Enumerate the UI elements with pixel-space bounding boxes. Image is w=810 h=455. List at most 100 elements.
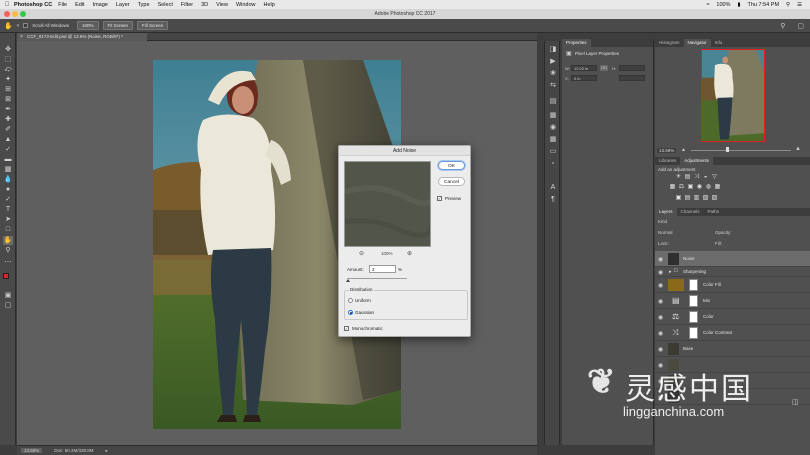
- selective-color-icon[interactable]: ▨: [711, 195, 718, 201]
- lasso-tool-icon[interactable]: ⤽: [3, 65, 13, 74]
- character-panel-icon[interactable]: A: [548, 183, 558, 192]
- tab-layers[interactable]: Layers: [655, 208, 677, 216]
- tab-properties[interactable]: Properties: [562, 39, 591, 47]
- dodge-tool-icon[interactable]: ●: [3, 185, 13, 194]
- gaussian-radio[interactable]: [348, 310, 353, 315]
- fit-screen-button[interactable]: Fit Screen: [102, 21, 134, 30]
- history-panel-icon[interactable]: ◨: [548, 45, 558, 54]
- battery-icon[interactable]: ▮: [738, 2, 741, 8]
- frame-tool-icon[interactable]: ⊠: [3, 95, 13, 104]
- navigator-zoom-out-icon[interactable]: ▲: [681, 147, 686, 153]
- tab-paths[interactable]: Paths: [704, 208, 724, 216]
- monochromatic-checkbox[interactable]: ✓: [344, 326, 349, 331]
- history-brush-tool-icon[interactable]: ✓: [3, 145, 13, 154]
- layer-row[interactable]: ◉ ⤨ Color Contrast: [655, 325, 810, 341]
- status-zoom-field[interactable]: 13.68%: [21, 448, 43, 453]
- gradient-tool-icon[interactable]: ▩: [3, 165, 13, 174]
- amount-input[interactable]: 2: [369, 265, 396, 273]
- gradient-map-icon[interactable]: ▧: [702, 195, 709, 201]
- layer-row[interactable]: ◉ Noise: [655, 251, 810, 267]
- navigator-thumbnail[interactable]: [701, 49, 765, 142]
- glyphs-panel-icon[interactable]: ▫: [548, 159, 558, 168]
- clock-label[interactable]: Thu 7:54 PM: [748, 2, 780, 8]
- status-chevron-icon[interactable]: ▸: [106, 448, 108, 454]
- y-field[interactable]: [619, 75, 645, 81]
- visibility-eye-icon[interactable]: ◉: [658, 314, 663, 321]
- menu-select[interactable]: Select: [158, 2, 173, 8]
- foreground-color-swatch[interactable]: [3, 273, 9, 279]
- layer-row[interactable]: ◉ ⚖ Color: [655, 309, 810, 325]
- swatches-panel-icon[interactable]: ▦: [548, 111, 558, 120]
- tab-adjustments[interactable]: Adjustments: [680, 157, 714, 165]
- navigator-zoom-slider[interactable]: [691, 150, 791, 151]
- brush-settings-icon[interactable]: ❀: [548, 69, 558, 78]
- hue-saturation-icon[interactable]: ▦: [669, 184, 676, 190]
- brush-tool-icon[interactable]: ✐: [3, 125, 13, 134]
- tab-navigator[interactable]: Navigator: [683, 39, 711, 47]
- photo-filter-icon[interactable]: ◉: [696, 184, 703, 190]
- close-window-icon[interactable]: [4, 11, 10, 17]
- document-tab[interactable]: × CCF_0173-Edit.psd @ 13.6% (Noise, RGB/…: [17, 33, 147, 41]
- visibility-eye-icon[interactable]: ◉: [658, 330, 663, 337]
- tab-libraries[interactable]: Libraries: [655, 157, 680, 165]
- menu-type[interactable]: Type: [138, 2, 150, 8]
- color-panel-icon[interactable]: ◉: [548, 123, 558, 132]
- search-icon[interactable]: ⚲: [780, 22, 785, 30]
- black-white-icon[interactable]: ▣: [687, 184, 694, 190]
- tab-channels[interactable]: Channels: [677, 208, 704, 216]
- rectangle-tool-icon[interactable]: □: [3, 225, 13, 234]
- visibility-eye-icon[interactable]: ◉: [658, 298, 663, 305]
- screen-mode-icon[interactable]: ▢: [3, 301, 13, 310]
- menu-edit[interactable]: Edit: [75, 2, 84, 8]
- tab-histogram[interactable]: Histogram: [655, 39, 684, 47]
- channel-mixer-icon[interactable]: ◍: [705, 184, 712, 190]
- invert-icon[interactable]: ▣: [675, 195, 682, 201]
- battery-label[interactable]: 100%: [716, 2, 730, 8]
- preview-checkbox[interactable]: ✓: [437, 196, 442, 201]
- workspace-icon[interactable]: ▢: [797, 22, 804, 30]
- hand-tool-icon[interactable]: ✋: [4, 22, 13, 30]
- color-balance-icon[interactable]: ⚖: [678, 184, 685, 190]
- zoom-100-button[interactable]: 100%: [77, 21, 99, 30]
- quick-select-tool-icon[interactable]: ✦: [3, 75, 13, 84]
- threshold-icon[interactable]: ▥: [693, 195, 700, 201]
- cancel-button[interactable]: Cancel: [438, 177, 465, 186]
- menu-help[interactable]: Help: [264, 2, 275, 8]
- group-chevron-icon[interactable]: ▸: [669, 269, 672, 275]
- menu-view[interactable]: View: [216, 2, 228, 8]
- hand-tool-icon[interactable]: ✋: [3, 236, 13, 245]
- move-tool-icon[interactable]: ✥: [3, 45, 13, 54]
- menu-window[interactable]: Window: [236, 2, 256, 8]
- visibility-eye-icon[interactable]: ◉: [658, 269, 663, 276]
- posterize-icon[interactable]: ▤: [684, 195, 691, 201]
- clone-stamp-tool-icon[interactable]: ▲: [3, 135, 13, 144]
- x-field[interactable]: 0 in: [571, 75, 597, 81]
- height-field[interactable]: [619, 65, 645, 71]
- navigator-zoom-field[interactable]: 13.68%: [657, 148, 677, 153]
- visibility-eye-icon[interactable]: ◉: [658, 256, 663, 263]
- zoom-in-icon[interactable]: ⊕: [407, 250, 412, 257]
- levels-icon[interactable]: ▤: [684, 174, 691, 180]
- blend-mode-select[interactable]: Normal: [658, 230, 673, 235]
- layer-row[interactable]: ◉ ▸ □ Sharpening: [655, 267, 810, 277]
- amount-slider-track[interactable]: [347, 278, 407, 279]
- more-tools-icon[interactable]: ⋯: [3, 258, 13, 267]
- navigator-zoom-in-icon[interactable]: ▲: [795, 146, 801, 152]
- crop-tool-icon[interactable]: ⊞: [3, 85, 13, 94]
- visibility-eye-icon[interactable]: ◉: [658, 282, 663, 289]
- menu-file[interactable]: File: [58, 2, 67, 8]
- noise-preview[interactable]: [344, 161, 431, 247]
- pen-tool-icon[interactable]: ✓: [3, 195, 13, 204]
- wifi-icon[interactable]: ≈: [706, 2, 709, 8]
- healing-brush-tool-icon[interactable]: ✚: [3, 115, 13, 124]
- menu-3d[interactable]: 3D: [201, 2, 208, 8]
- apple-menu-icon[interactable]: : [0, 2, 14, 8]
- navigator-zoom-thumb[interactable]: [726, 147, 729, 152]
- tool-preset-chevron-icon[interactable]: ▾: [17, 23, 20, 29]
- properties-panel-icon[interactable]: ▤: [548, 97, 558, 106]
- zoom-out-icon[interactable]: ⊖: [359, 250, 364, 257]
- ok-button[interactable]: OK: [438, 161, 465, 170]
- vibrance-icon[interactable]: ▽: [711, 174, 718, 180]
- zoom-window-icon[interactable]: [20, 11, 26, 17]
- fill-screen-button[interactable]: Fill Screen: [137, 21, 169, 30]
